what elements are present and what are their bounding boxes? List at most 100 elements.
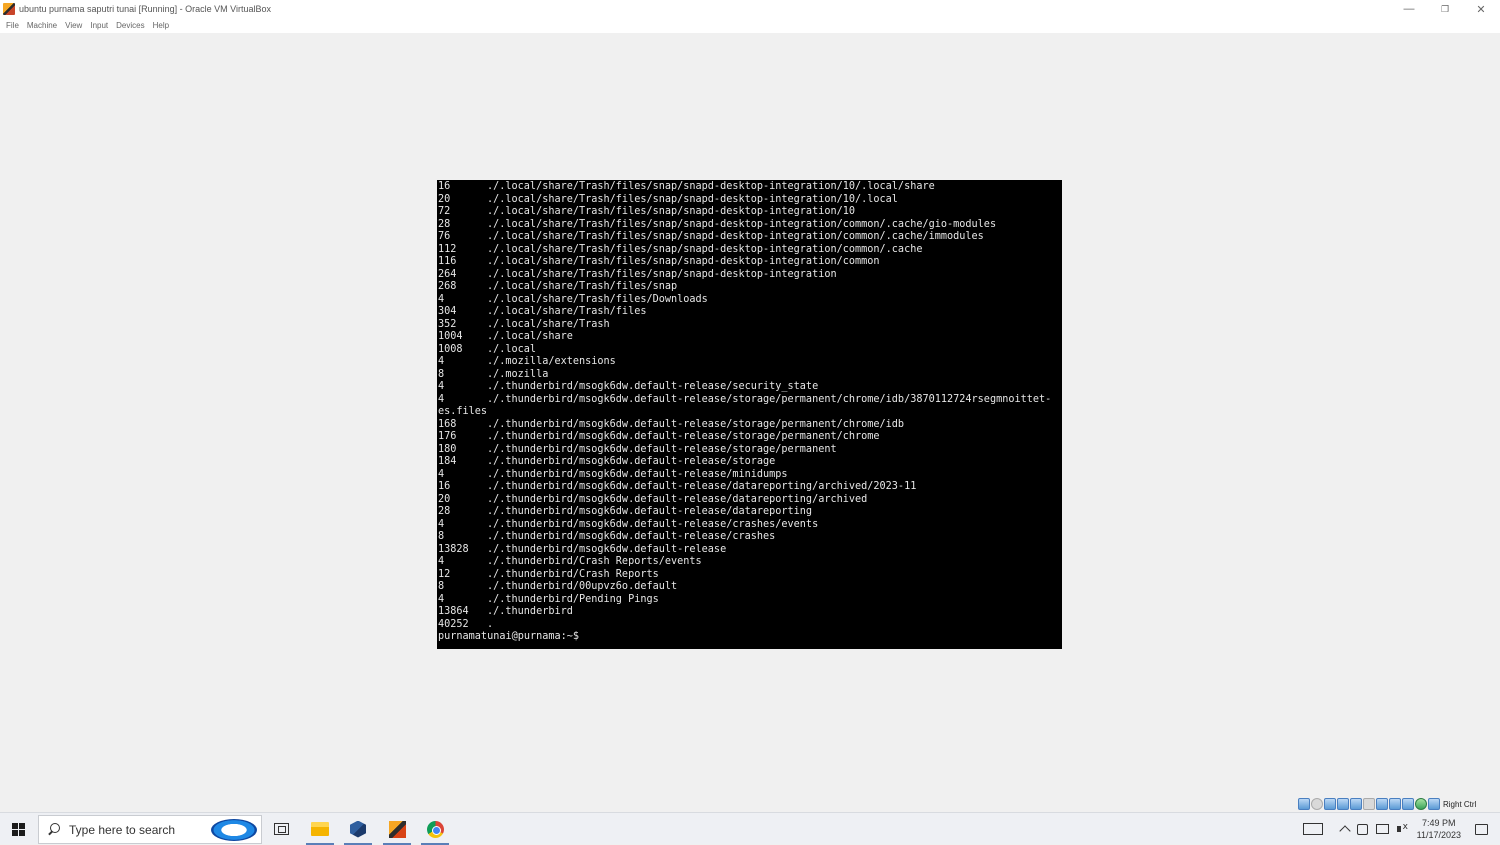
terminal-line-size: 304 (438, 306, 457, 317)
terminal-line-path: ./.local/share/Trash/files/snap (487, 281, 678, 292)
menu-machine[interactable]: Machine (23, 21, 61, 30)
terminal-line-path: ./.thunderbird/msogk6dw.default-release/… (487, 506, 813, 517)
terminal-line-size: 28 (438, 218, 451, 230)
terminal-line-path: ./.local/share/Trash (487, 318, 610, 330)
terminal-line: es.files (437, 406, 1062, 419)
minimize-button[interactable]: — (1391, 0, 1427, 18)
windows-taskbar: 7:49 PM 11/17/2023 (0, 812, 1500, 845)
terminal-line: 8 ./.thunderbird/00upvz6o.default (437, 581, 1062, 594)
optical-drive-icon[interactable] (1311, 798, 1323, 810)
terminal-line-path: ./.thunderbird/msogk6dw.default-release/… (487, 418, 905, 430)
taskbar-file-explorer[interactable] (302, 813, 338, 845)
terminal-line-size: 16 (438, 481, 451, 492)
taskbar-vm-window[interactable] (379, 813, 415, 845)
terminal-line-path: ./.local/share/Trash/files/Downloads (487, 293, 708, 305)
terminal-line-path: ./.local/share/Trash/files/snap/snapd-de… (487, 206, 856, 217)
task-view-icon (273, 823, 289, 835)
terminal-line-path: ./.thunderbird/msogk6dw.default-release/… (487, 518, 819, 530)
terminal-line-path: ./.thunderbird/msogk6dw.default-release/… (487, 443, 837, 455)
shared-folder-icon[interactable] (1363, 798, 1375, 810)
terminal-line-size: 20 (438, 193, 451, 205)
file-explorer-icon (311, 822, 329, 836)
terminal-line-size: 76 (438, 231, 451, 242)
terminal-line-continuation: es.files (438, 406, 488, 417)
green-status-icon[interactable] (1415, 798, 1427, 810)
close-button[interactable]: ✕ (1463, 0, 1499, 18)
system-tray: 7:49 PM 11/17/2023 (1299, 813, 1500, 845)
menu-file[interactable]: File (2, 21, 23, 30)
terminal-line-size: 1004 (438, 331, 463, 342)
network-tray-icon[interactable] (1375, 824, 1389, 834)
terminal-line-size: 352 (438, 318, 457, 330)
terminal-line: 304 ./.local/share/Trash/files (437, 306, 1062, 319)
terminal-line-path: . (487, 618, 494, 630)
keyboard-icon[interactable] (1302, 823, 1323, 835)
restore-button[interactable]: ❐ (1427, 0, 1463, 18)
menu-bar: File Machine View Input Devices Help (0, 18, 1500, 33)
terminal-line: 4 ./.thunderbird/msogk6dw.default-release… (437, 519, 1062, 532)
search-input[interactable] (69, 822, 199, 837)
taskbar-chrome[interactable] (417, 813, 453, 845)
terminal-line-size: 72 (438, 206, 451, 217)
terminal-line: 13828 ./.thunderbird/msogk6dw.default-rel… (437, 544, 1062, 557)
chevron-up-icon[interactable] (1338, 825, 1351, 837)
guest-terminal[interactable]: 16 ./.local/share/Trash/files/snap/snapd-… (437, 180, 1062, 649)
terminal-line-path: ./.thunderbird/msogk6dw.default-release/… (487, 393, 1052, 405)
terminal-line-size: 13828 (438, 543, 469, 555)
terminal-line-path: ./.thunderbird/msogk6dw.default-release/… (487, 481, 917, 492)
keyboard-capture-icon[interactable] (1428, 798, 1440, 810)
meet-now-icon[interactable] (1356, 823, 1368, 835)
taskbar-search-box[interactable] (38, 815, 262, 844)
notification-center-icon[interactable] (1475, 823, 1488, 835)
terminal-line-size: 112 (438, 243, 457, 255)
terminal-line: 1008 ./.local (437, 344, 1062, 357)
audio-icon[interactable] (1324, 798, 1336, 810)
terminal-line-path: ./.thunderbird/00upvz6o.default (487, 581, 678, 592)
cortana-icon[interactable] (211, 819, 257, 841)
task-view-button[interactable] (263, 813, 299, 845)
recording-icon[interactable] (1389, 798, 1401, 810)
terminal-line-size: 4 (438, 518, 445, 530)
cpu-icon[interactable] (1402, 798, 1414, 810)
terminal-line: 4 ./.thunderbird/Crash Reports/events (437, 556, 1062, 569)
terminal-line-size: 40252 (438, 618, 469, 630)
vm-status-bar: Right Ctrl (1298, 797, 1476, 811)
terminal-line-path: ./.thunderbird/msogk6dw.default-release/… (487, 456, 776, 467)
terminal-line-path: ./.local/share/Trash/files/snap/snapd-de… (487, 243, 923, 255)
menu-view[interactable]: View (61, 21, 86, 30)
terminal-line: 1004 ./.local/share (437, 331, 1062, 344)
terminal-line: 352 ./.local/share/Trash (437, 319, 1062, 332)
taskbar-virtualbox-manager[interactable] (340, 813, 376, 845)
menu-devices[interactable]: Devices (112, 21, 148, 30)
usb-icon[interactable] (1350, 798, 1362, 810)
network-icon[interactable] (1337, 798, 1349, 810)
clock-time: 7:49 PM (1422, 818, 1456, 828)
clock[interactable]: 7:49 PM 11/17/2023 (1417, 817, 1461, 841)
host-key-label: Right Ctrl (1443, 799, 1477, 809)
menu-help[interactable]: Help (149, 21, 173, 30)
terminal-line: 4 ./.thunderbird/msogk6dw.default-release… (437, 394, 1062, 407)
menu-input[interactable]: Input (86, 21, 112, 30)
terminal-line-path: ./.local/share/Trash/files/snap/snapd-de… (487, 231, 984, 242)
terminal-line: 8 ./.mozilla (437, 369, 1062, 382)
volume-muted-icon[interactable] (1396, 822, 1409, 835)
terminal-line-path: ./.local/share/Trash/files (487, 306, 647, 317)
terminal-line-path: ./.local/share/Trash/files/snap/snapd-de… (487, 193, 898, 205)
terminal-line-path: ./.mozilla/extensions (487, 356, 616, 367)
hard-disk-icon[interactable] (1298, 798, 1310, 810)
display-icon[interactable] (1376, 798, 1388, 810)
terminal-line: 76 ./.local/share/Trash/files/snap/snapd-… (437, 231, 1062, 244)
terminal-prompt-line[interactable]: purnamatunai@purnama:~$ (437, 631, 1062, 644)
start-button[interactable] (0, 813, 37, 845)
terminal-line: 72 ./.local/share/Trash/files/snap/snapd-… (437, 206, 1062, 219)
terminal-line: 264 ./.local/share/Trash/files/snap/snapd… (437, 269, 1062, 282)
terminal-output: 16 ./.local/share/Trash/files/snap/snapd-… (437, 181, 1062, 631)
terminal-line-path: ./.local/share/Trash/files/snap/snapd-de… (487, 181, 935, 192)
terminal-line: 176 ./.thunderbird/msogk6dw.default-relea… (437, 431, 1062, 444)
terminal-line-path: ./.thunderbird/msogk6dw.default-release (487, 543, 727, 555)
terminal-line-path: ./.mozilla (487, 368, 549, 380)
terminal-line: 112 ./.local/share/Trash/files/snap/snapd… (437, 244, 1062, 257)
window-title: ubuntu purnama saputri tunai [Running] -… (19, 4, 271, 14)
terminal-line-size: 4 (438, 293, 445, 305)
terminal-line: 40252. (437, 619, 1062, 632)
